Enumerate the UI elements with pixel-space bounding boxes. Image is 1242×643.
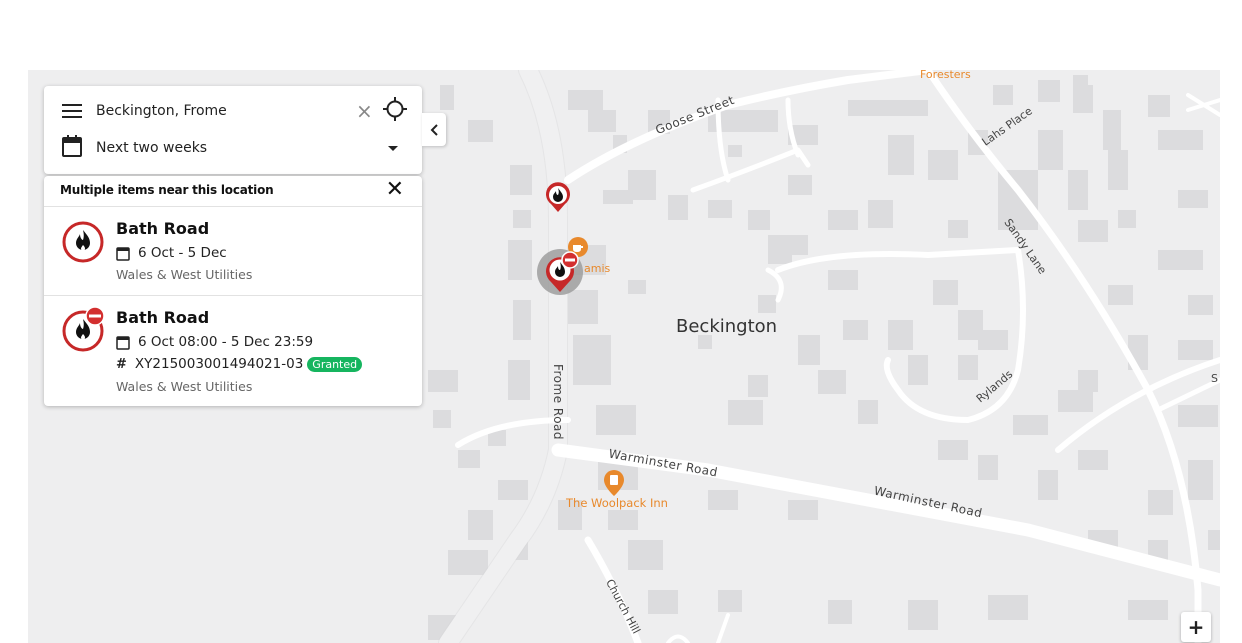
zoom-in-button[interactable]: + <box>1181 612 1211 642</box>
date-range-select[interactable]: Next two weeks <box>96 140 207 156</box>
result-reference-row: # XY215003001494021-03 Granted <box>116 356 363 372</box>
result-dates-row: 6 Oct - 5 Dec <box>116 245 227 261</box>
poi-label-cafe[interactable]: amis <box>584 262 610 275</box>
status-badge: Granted <box>307 356 363 372</box>
result-title: Bath Road <box>116 308 210 327</box>
result-title: Bath Road <box>116 219 210 238</box>
result-organisation: Wales & West Utilities <box>116 267 253 282</box>
road-label-frome-road: Frome Road <box>551 363 566 441</box>
poi-label-foresters[interactable]: Foresters <box>920 70 971 81</box>
calendar-icon <box>116 246 130 261</box>
road-label-edge: S <box>1211 372 1218 385</box>
chevron-left-icon <box>430 123 438 136</box>
pub-icon <box>604 470 624 496</box>
place-label-beckington: Beckington <box>676 316 778 337</box>
result-reference: XY215003001494021-03 <box>134 356 304 372</box>
result-item[interactable]: Bath Road 6 Oct - 5 Dec Wales & West Uti… <box>44 207 422 296</box>
calendar-icon <box>116 335 130 350</box>
locate-icon[interactable] <box>383 97 407 125</box>
poi-label-pub[interactable]: The Woolpack Inn <box>566 496 668 510</box>
gas-fire-icon <box>62 221 104 263</box>
results-panel: Multiple items near this location ✕ Bath… <box>44 176 422 406</box>
result-dates-row: 6 Oct 08:00 - 5 Dec 23:59 <box>116 334 313 350</box>
result-organisation: Wales & West Utilities <box>116 379 253 394</box>
result-dates: 6 Oct 08:00 - 5 Dec 23:59 <box>138 334 314 350</box>
poi-pub[interactable] <box>604 470 624 496</box>
hash-icon: # <box>116 356 127 372</box>
map-roads <box>438 70 1220 643</box>
search-panel: Beckington, Frome × Next two weeks <box>44 86 422 174</box>
search-input[interactable]: Beckington, Frome <box>96 103 227 119</box>
dropdown-arrow-icon[interactable] <box>388 145 398 151</box>
gas-fire-road-closed-icon <box>62 306 105 352</box>
gas-fire-closure-marker-icon <box>537 249 583 295</box>
result-dates: 6 Oct - 5 Dec <box>138 245 227 261</box>
gas-fire-marker-icon <box>546 182 570 212</box>
menu-icon[interactable] <box>62 104 82 118</box>
collapse-panel-button[interactable] <box>422 113 446 146</box>
calendar-icon <box>62 135 82 161</box>
roadwork-marker-single[interactable] <box>544 182 572 218</box>
clear-search-icon[interactable]: × <box>356 101 373 121</box>
results-title: Multiple items near this location <box>60 183 274 197</box>
result-item[interactable]: Bath Road 6 Oct 08:00 - 5 Dec 23:59 # XY… <box>44 296 422 406</box>
close-results-icon[interactable]: ✕ <box>386 179 404 201</box>
roadwork-marker-cluster[interactable] <box>536 248 586 302</box>
